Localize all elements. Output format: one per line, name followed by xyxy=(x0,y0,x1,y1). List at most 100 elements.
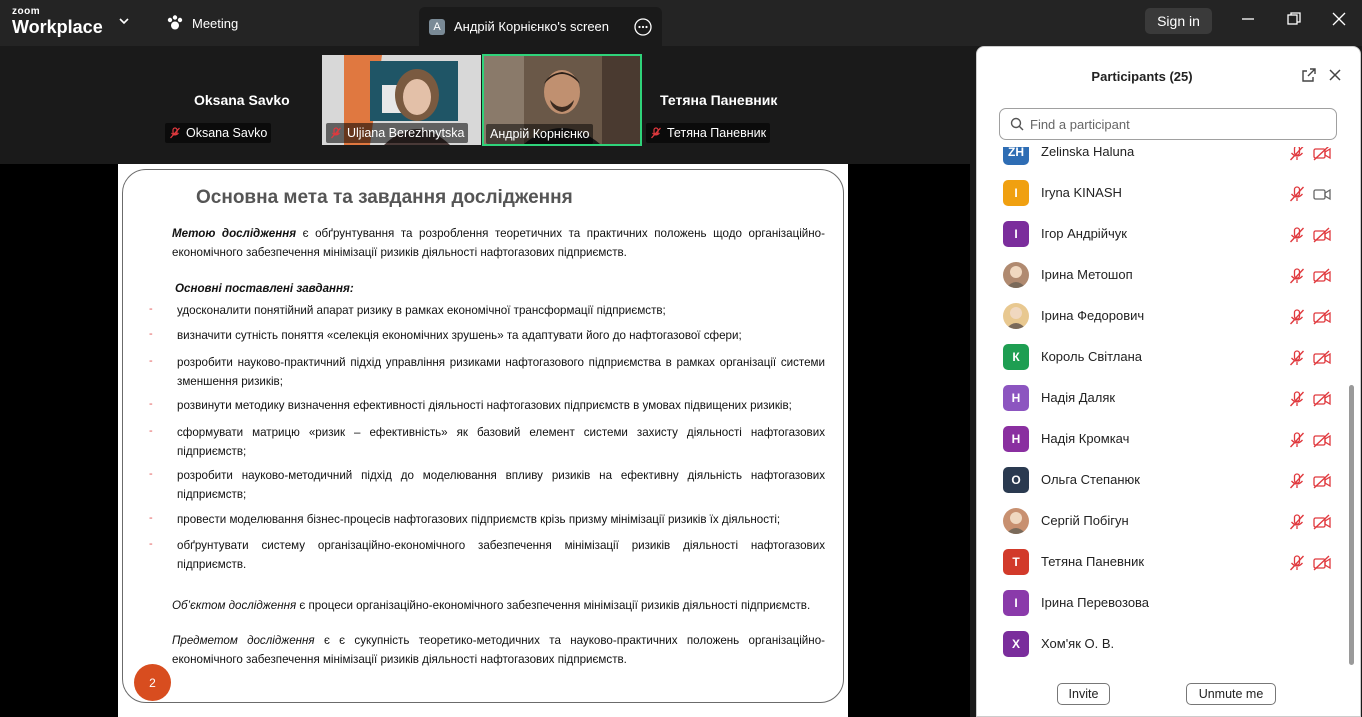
participant-name: Тетяна Паневник xyxy=(1041,554,1145,569)
participant-name: Сергій Побігун xyxy=(1041,513,1129,528)
video-off-icon[interactable] xyxy=(1312,226,1332,244)
tile-label-text: Тетяна Паневник xyxy=(667,126,767,140)
screen-share-tab[interactable]: A Андрій Корнієнко's screen xyxy=(419,7,662,46)
bullet-dash: - xyxy=(149,538,153,550)
avatar-initials: К xyxy=(1003,344,1029,370)
participant-row[interactable]: Ірина Метошоп xyxy=(977,255,1347,296)
tile-label-text: Андрій Корнієнко xyxy=(490,127,590,141)
search-input[interactable] xyxy=(1030,116,1310,132)
scrollbar-thumb[interactable] xyxy=(1349,385,1354,665)
participant-row[interactable]: ZH Zelinska Haluna xyxy=(977,147,1347,173)
video-strip: Oksana Savko Oksana Savko Uljiana Berezh… xyxy=(0,46,970,164)
participant-row[interactable]: Н Надія Даляк xyxy=(977,378,1347,419)
participant-row[interactable]: К Король Світлана xyxy=(977,337,1347,378)
video-off-icon[interactable] xyxy=(1312,267,1332,285)
mic-muted-icon[interactable] xyxy=(1288,554,1306,572)
participant-row[interactable]: І Ігор Андрійчук xyxy=(977,214,1347,255)
participant-row[interactable]: Н Надія Кромкач xyxy=(977,419,1347,460)
search-icon xyxy=(1010,117,1024,131)
participant-name: Надія Кромкач xyxy=(1041,431,1130,446)
tile-label-text: Uljiana Berezhnytska xyxy=(347,126,465,140)
video-off-icon[interactable] xyxy=(1312,349,1332,367)
subject-paragraph: Предметом дослідження є є сукупність тео… xyxy=(172,631,825,669)
logo-line1: zoom xyxy=(12,6,41,17)
participant-tile-label: Тетяна Паневник xyxy=(646,123,771,143)
tab-avatar-badge: A xyxy=(429,18,445,35)
shared-screen[interactable]: Основна мета та завдання дослідження Мет… xyxy=(0,164,970,717)
participant-name: Iryna KINASH xyxy=(1041,185,1122,200)
tile-label-text: Oksana Savko xyxy=(186,126,268,140)
zoom-workplace-logo: zoom Workplace xyxy=(12,6,103,37)
avatar-initials: Т xyxy=(1003,549,1029,575)
avatar-initials: ZH xyxy=(1003,147,1029,165)
restore-icon[interactable] xyxy=(1285,10,1303,28)
mic-muted-icon[interactable] xyxy=(1288,349,1306,367)
avatar-initials: О xyxy=(1003,467,1029,493)
sign-in-button[interactable]: Sign in xyxy=(1145,8,1212,34)
goal-paragraph: Метою дослідження є обґрунтування та роз… xyxy=(172,224,825,262)
video-tile-uljiana[interactable]: Uljiana Berezhnytska xyxy=(322,55,481,145)
goal-lead: Метою дослідження xyxy=(172,227,297,240)
meeting-menu-button[interactable]: Meeting xyxy=(166,12,238,34)
video-on-icon[interactable] xyxy=(1312,185,1332,203)
bullet-dash: - xyxy=(149,425,153,437)
mic-muted-icon[interactable] xyxy=(1288,513,1306,531)
video-tile-andrii-active[interactable]: Андрій Корнієнко xyxy=(482,54,642,146)
video-off-icon[interactable] xyxy=(1312,513,1332,531)
more-options-icon[interactable] xyxy=(634,17,652,36)
task-item: удосконалити понятійний апарат ризику в … xyxy=(177,304,666,317)
avatar-photo-image xyxy=(1006,266,1026,288)
unmute-me-button[interactable]: Unmute me xyxy=(1186,683,1276,705)
close-panel-icon[interactable] xyxy=(1327,67,1343,83)
minimize-icon[interactable] xyxy=(1239,10,1257,28)
avatar-photo xyxy=(1003,303,1029,329)
participant-row[interactable]: І Ірина Перевозова xyxy=(977,583,1347,624)
video-off-icon[interactable] xyxy=(1312,472,1332,490)
avatar-initials: I xyxy=(1003,180,1029,206)
video-off-icon[interactable] xyxy=(1312,431,1332,449)
invite-button[interactable]: Invite xyxy=(1057,683,1110,705)
pop-out-icon[interactable] xyxy=(1301,67,1317,83)
video-off-icon[interactable] xyxy=(1312,308,1332,326)
participant-row[interactable]: I Iryna KINASH xyxy=(977,173,1347,214)
participant-tile-label: Uljiana Berezhnytska xyxy=(326,123,469,143)
mic-muted-icon[interactable] xyxy=(1288,431,1306,449)
participant-search[interactable] xyxy=(999,108,1337,140)
mic-muted-icon[interactable] xyxy=(1288,308,1306,326)
video-off-icon[interactable] xyxy=(1312,147,1332,162)
participant-row[interactable]: Т Тетяна Паневник xyxy=(977,542,1347,583)
participant-row[interactable]: Сергій Побігун xyxy=(977,501,1347,542)
subject-lead: Предметом дослідження xyxy=(172,634,315,647)
participant-tile-name: Тетяна Паневник xyxy=(660,92,778,108)
task-item: розвинути методику визначення ефективнос… xyxy=(177,399,792,412)
participant-row[interactable]: Ірина Федорович xyxy=(977,296,1347,337)
participant-name: Ольга Степанюк xyxy=(1041,472,1140,487)
video-off-icon[interactable] xyxy=(1312,390,1332,408)
slide-frame: Основна мета та завдання дослідження Мет… xyxy=(122,169,844,703)
video-off-icon[interactable] xyxy=(1312,554,1332,572)
mic-muted-icon[interactable] xyxy=(1288,390,1306,408)
slide-title: Основна мета та завдання дослідження xyxy=(196,187,573,208)
participant-name: Ірина Федорович xyxy=(1041,308,1145,323)
participant-row[interactable]: Х Хом'як О. В. xyxy=(977,624,1347,665)
close-window-icon[interactable] xyxy=(1330,10,1348,28)
chevron-down-icon[interactable] xyxy=(117,14,131,28)
mic-muted-icon[interactable] xyxy=(1288,472,1306,490)
mic-muted-icon[interactable] xyxy=(1288,226,1306,244)
object-paragraph: Об’єктом дослідження є процеси організац… xyxy=(172,600,825,612)
bullet-dash: - xyxy=(149,328,153,340)
mic-off-icon xyxy=(651,127,661,139)
avatar-photo-image xyxy=(1006,307,1026,329)
meeting-label: Meeting xyxy=(192,15,239,31)
mic-muted-icon[interactable] xyxy=(1288,185,1306,203)
participant-name: Король Світлана xyxy=(1041,349,1143,364)
mic-muted-icon[interactable] xyxy=(1288,267,1306,285)
participants-title: Participants (25) xyxy=(1091,69,1193,84)
task-item: визначити сутність поняття «селекція еко… xyxy=(177,329,742,342)
tab-title: Андрій Корнієнко's screen xyxy=(454,19,610,34)
mic-muted-icon[interactable] xyxy=(1288,147,1306,162)
participant-name: Хом'як О. В. xyxy=(1041,636,1115,651)
presentation-slide: Основна мета та завдання дослідження Мет… xyxy=(118,164,848,717)
participant-row[interactable]: О Ольга Степанюк xyxy=(977,460,1347,501)
avatar-photo xyxy=(1003,262,1029,288)
